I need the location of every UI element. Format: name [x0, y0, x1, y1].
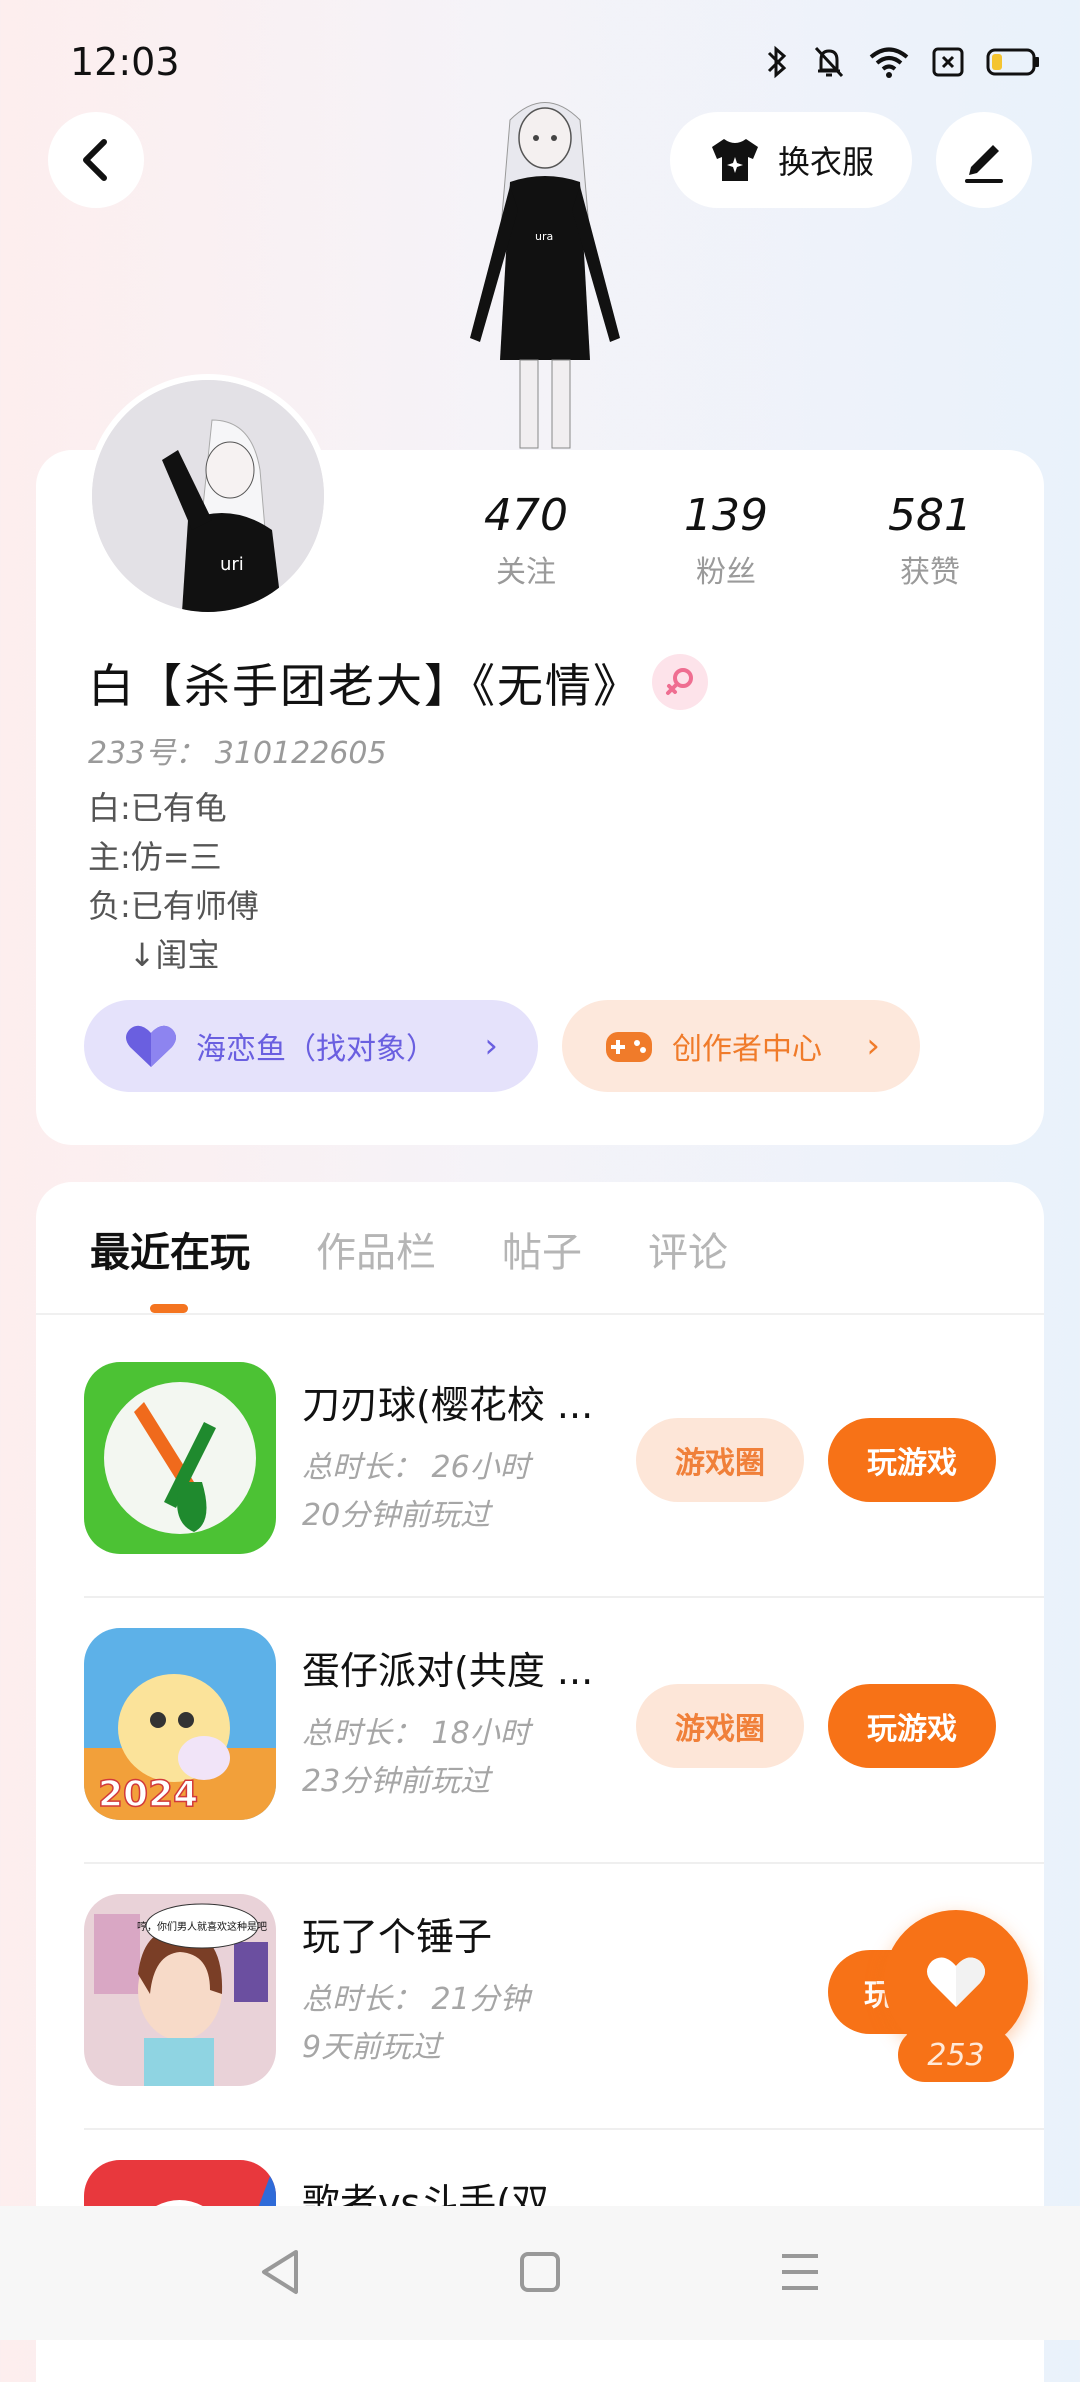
nav-home-button[interactable] [518, 2246, 562, 2302]
game-circle-button[interactable]: 游戏圈 [636, 1684, 804, 1768]
game-row[interactable]: 刀刃球(樱花校 ... 总时长： 26小时 20分钟前玩过 游戏圈 玩游戏 [84, 1332, 1044, 1598]
stat-fans-value: 139 [684, 490, 768, 541]
game-title: 刀刃球(樱花校 ... [302, 1383, 594, 1427]
game-bubble-text: 哼，你们男人就喜欢这种是吧 [137, 1920, 267, 1933]
gender-female-badge [652, 654, 708, 710]
dating-pill[interactable]: 海恋鱼（找对象） › [84, 1000, 538, 1092]
creator-center-pill[interactable]: 创作者中心 › [562, 1000, 920, 1092]
status-time: 12:03 [70, 40, 180, 84]
edit-profile-button[interactable] [936, 112, 1032, 208]
nav-back-button[interactable] [258, 2246, 302, 2302]
tab-comments[interactable]: 评论 [648, 1220, 728, 1278]
tab-posts[interactable]: 帖子 [502, 1220, 582, 1278]
battery-icon [986, 48, 1039, 76]
back-arrow-icon [83, 139, 107, 181]
like-count: 253 [898, 2028, 1014, 2082]
sim-icon [932, 47, 964, 77]
dress-up-label: 换衣服 [777, 143, 874, 181]
play-game-button[interactable]: 玩游戏 [828, 1418, 996, 1502]
game-circle-button[interactable]: 游戏圈 [636, 1418, 804, 1502]
username: 白【杀手团老大】《无情》 [88, 659, 641, 713]
svg-text:ura: ura [535, 230, 553, 243]
back-button[interactable] [48, 112, 144, 208]
game-title: 歌者vs斗手(双 [302, 2181, 550, 2206]
bio-line: 白:已有龟 [88, 789, 227, 827]
play-game-button[interactable]: 玩游戏 [828, 1684, 996, 1768]
tab-recent[interactable]: 最近在玩 [90, 1220, 250, 1278]
heart-icon [927, 1957, 985, 2007]
tab-works[interactable]: 作品栏 [316, 1220, 436, 1278]
game-icon-blade-ball [84, 1362, 276, 1554]
bio-line: ↓闺宝 [88, 936, 220, 974]
stat-fans[interactable]: 139 粉丝 [626, 490, 826, 591]
bio-line: 负:已有师傅 [88, 887, 259, 925]
game-duration: 总时长： 26小时 [302, 1450, 530, 1485]
nav-menu-icon [782, 2254, 818, 2290]
nav-menu-button[interactable] [778, 2246, 822, 2302]
wifi-icon [869, 47, 909, 78]
dating-pill-label: 海恋鱼（找对象） [196, 1032, 436, 1067]
character-figure: ura [470, 102, 620, 449]
bluetooth-icon [767, 45, 787, 79]
game-title: 蛋仔派对(共度 ... [302, 1649, 594, 1693]
chevron-right-icon: › [866, 1026, 880, 1066]
game-last-played: 9天前玩过 [302, 2030, 442, 2065]
bio-line: 主:仿=三 [88, 838, 222, 876]
game-duration: 总时长： 21分钟 [302, 1982, 530, 2017]
tabs-divider [36, 1313, 1044, 1315]
nav-home-icon [520, 2252, 560, 2292]
game-last-played: 20分钟前玩过 [302, 1498, 491, 1533]
stat-following[interactable]: 470 关注 [426, 490, 626, 591]
stat-likes[interactable]: 581 获赞 [830, 490, 1030, 591]
game-icon-hammer: 哼，你们男人就喜欢这种是吧 [84, 1894, 276, 2086]
mute-bell-icon [814, 46, 844, 78]
stat-fans-label: 粉丝 [696, 555, 756, 590]
game-icon-eggy-party: 2024 [84, 1628, 276, 1820]
stat-following-label: 关注 [496, 555, 556, 590]
dress-up-button[interactable]: 换衣服 [670, 112, 912, 208]
game-duration: 总时长： 18小时 [302, 1716, 530, 1751]
game-row[interactable]: 2024 蛋仔派对(共度 ... 总时长： 18小时 23分钟前玩过 游戏圈 玩… [84, 1598, 1044, 1864]
status-icons [764, 44, 1040, 80]
user-id: 233号： 310122605 [88, 736, 387, 771]
game-title: 玩了个锤子 [302, 1915, 493, 1959]
avatar[interactable]: uri [86, 374, 330, 618]
chevron-right-icon: › [484, 1026, 498, 1066]
game-last-played: 23分钟前玩过 [302, 1764, 491, 1799]
stat-following-value: 470 [484, 490, 568, 541]
gamepad-icon [606, 1032, 652, 1062]
tshirt-icon [711, 139, 758, 181]
stat-likes-value: 581 [888, 490, 972, 541]
creator-center-label: 创作者中心 [672, 1032, 822, 1067]
stat-likes-label: 获赞 [900, 555, 960, 590]
profile-tabs: 最近在玩 作品栏 帖子 评论 [90, 1220, 728, 1278]
avatar-image: uri [92, 380, 324, 612]
game-icon-partial [84, 2160, 276, 2206]
pen-icon [965, 145, 1003, 183]
game-badge-year: 2024 [98, 1774, 198, 1815]
nav-back-icon [262, 2250, 298, 2294]
heart-icon [126, 1025, 176, 1067]
bio: 白:已有龟 主:仿=三 负:已有师傅 ↓闺宝 [88, 784, 259, 980]
female-icon [666, 668, 693, 695]
svg-text:uri: uri [220, 554, 244, 575]
tab-indicator [150, 1304, 188, 1313]
game-row[interactable]: 歌者vs斗手(双 [84, 2130, 1044, 2206]
